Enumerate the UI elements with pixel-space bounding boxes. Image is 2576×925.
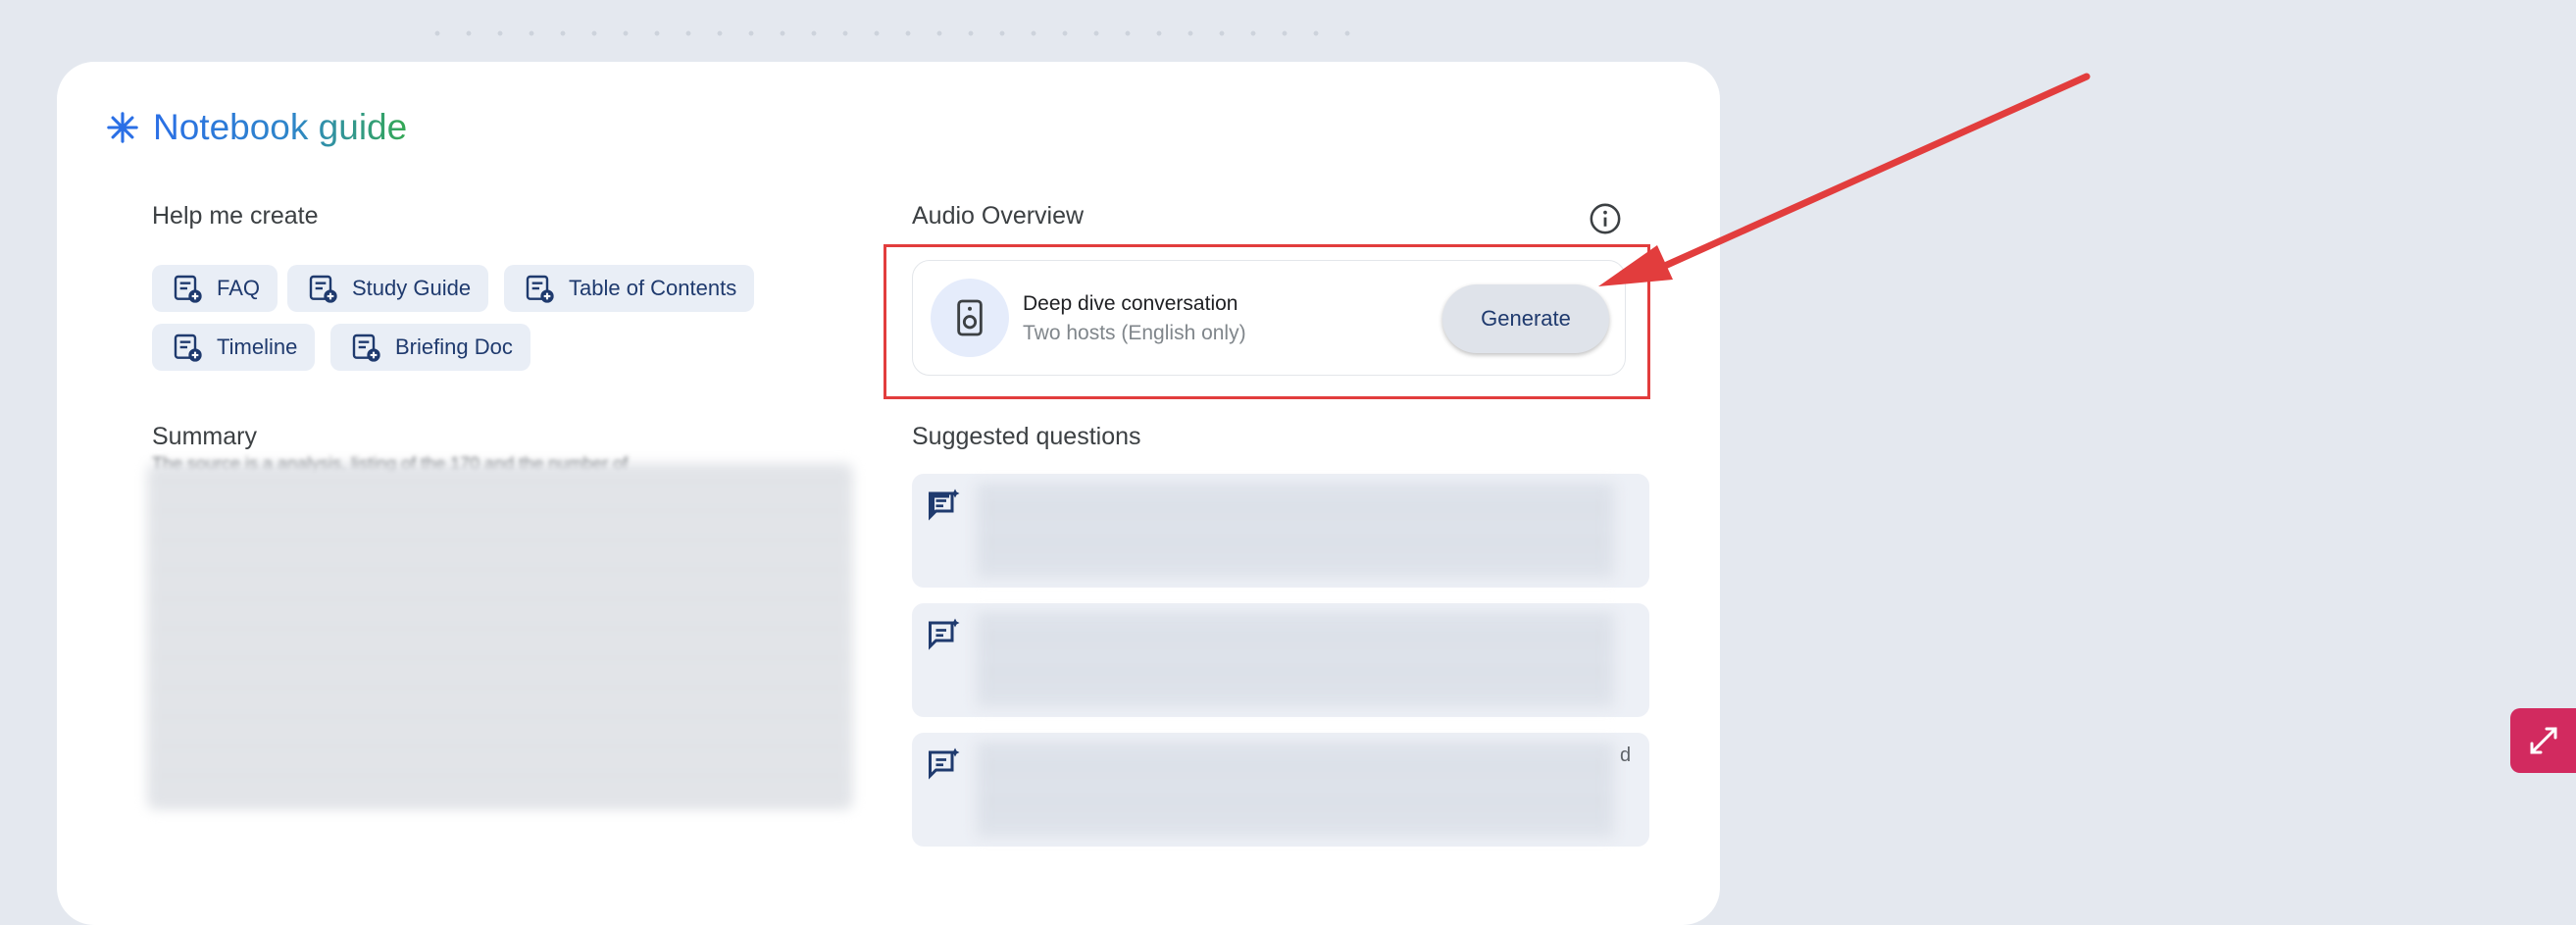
page-title: Notebook guide [153,107,408,147]
chip-table-of-contents[interactable]: Table of Contents [504,265,755,312]
question-blurred-text [977,615,1614,705]
notebook-guide-card: Notebook guide Help me create FAQ Study … [57,62,1720,925]
side-expand-button[interactable] [2510,708,2576,773]
chip-label: Table of Contents [569,276,737,300]
suggested-question-1[interactable] [912,474,1649,588]
annotation-highlight-box [884,244,1650,399]
chip-label: Timeline [217,334,298,359]
note-add-icon [309,275,337,303]
suggested-question-3[interactable]: d [912,733,1649,847]
suggested-question-2[interactable] [912,603,1649,717]
chip-timeline[interactable]: Timeline [152,324,316,371]
summary-label: Summary [152,423,257,450]
notebook-guide-header: Notebook guide [106,107,407,148]
audio-overview-label: Audio Overview [912,202,1085,230]
chip-faq[interactable]: FAQ [152,265,278,312]
help-me-create-label: Help me create [152,202,319,230]
note-add-icon [352,334,380,362]
chat-spark-icon [929,747,960,780]
chip-label: Study Guide [352,276,472,300]
expand-arrows-icon [2530,727,2556,754]
sparkle-icon [107,112,138,143]
chip-label: FAQ [217,276,261,300]
decorative-dots [422,18,1353,61]
chip-label: Briefing Doc [395,334,513,359]
note-add-icon [174,334,202,362]
question-blurred-text [977,486,1614,576]
question-trailing-char: d [1620,745,1632,766]
info-icon[interactable] [1589,202,1622,235]
suggested-questions-label: Suggested questions [912,423,1141,450]
summary-blurred-text [147,464,853,809]
chat-spark-icon [929,618,960,650]
chip-study-guide[interactable]: Study Guide [287,265,489,312]
note-add-icon [526,275,554,303]
chat-spark-icon [929,488,960,521]
note-add-icon [174,275,202,303]
chip-briefing-doc[interactable]: Briefing Doc [330,324,530,371]
question-blurred-text [977,745,1614,835]
